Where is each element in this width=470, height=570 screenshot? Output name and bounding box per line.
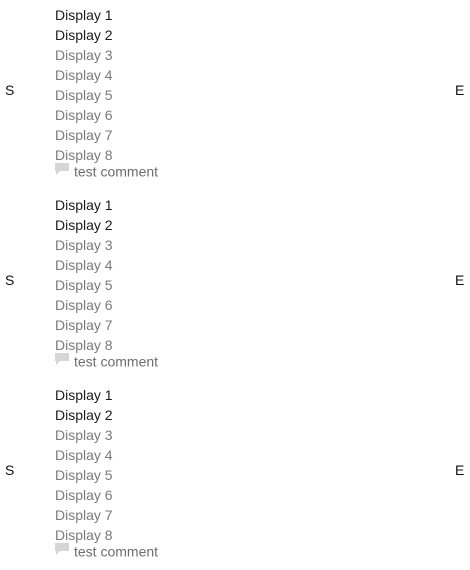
display-item-7[interactable]: Display 7 bbox=[55, 125, 113, 145]
display-item-1[interactable]: Display 1 bbox=[55, 5, 113, 25]
comment[interactable]: test comment bbox=[55, 160, 158, 180]
display-item-6[interactable]: Display 6 bbox=[55, 295, 113, 315]
comment[interactable]: test comment bbox=[55, 350, 158, 370]
end-marker: E bbox=[455, 82, 465, 98]
display-item-1[interactable]: Display 1 bbox=[55, 385, 113, 405]
display-item-6[interactable]: Display 6 bbox=[55, 105, 113, 125]
comment-icon bbox=[55, 163, 69, 176]
display-group-list: S Display 1 Display 2 Display 3 Display … bbox=[0, 0, 470, 570]
display-item-3[interactable]: Display 3 bbox=[55, 425, 113, 445]
start-marker: S bbox=[5, 82, 15, 98]
display-item-2[interactable]: Display 2 bbox=[55, 25, 113, 45]
start-marker: S bbox=[5, 272, 15, 288]
comment-text: test comment bbox=[74, 163, 159, 180]
display-item-5[interactable]: Display 5 bbox=[55, 275, 113, 295]
display-item-5[interactable]: Display 5 bbox=[55, 85, 113, 105]
display-item-7[interactable]: Display 7 bbox=[55, 315, 113, 335]
display-item-1[interactable]: Display 1 bbox=[55, 195, 113, 215]
end-marker: E bbox=[455, 462, 465, 478]
display-item-4[interactable]: Display 4 bbox=[55, 255, 113, 275]
comment[interactable]: test comment bbox=[55, 540, 158, 560]
display-group: S Display 1 Display 2 Display 3 Display … bbox=[0, 380, 470, 570]
display-item-6[interactable]: Display 6 bbox=[55, 485, 113, 505]
comment-text: test comment bbox=[74, 543, 159, 560]
display-item-3[interactable]: Display 3 bbox=[55, 45, 113, 65]
display-item-3[interactable]: Display 3 bbox=[55, 235, 113, 255]
comment-icon bbox=[55, 543, 69, 556]
display-item-4[interactable]: Display 4 bbox=[55, 445, 113, 465]
start-marker: S bbox=[5, 462, 15, 478]
display-item-7[interactable]: Display 7 bbox=[55, 505, 113, 525]
display-item-2[interactable]: Display 2 bbox=[55, 405, 113, 425]
display-item-5[interactable]: Display 5 bbox=[55, 465, 113, 485]
end-marker: E bbox=[455, 272, 465, 288]
comment-text: test comment bbox=[74, 353, 159, 370]
display-group: S Display 1 Display 2 Display 3 Display … bbox=[0, 190, 470, 380]
comment-icon bbox=[55, 353, 69, 366]
display-item-4[interactable]: Display 4 bbox=[55, 65, 113, 85]
display-item-2[interactable]: Display 2 bbox=[55, 215, 113, 235]
display-group: S Display 1 Display 2 Display 3 Display … bbox=[0, 0, 470, 190]
